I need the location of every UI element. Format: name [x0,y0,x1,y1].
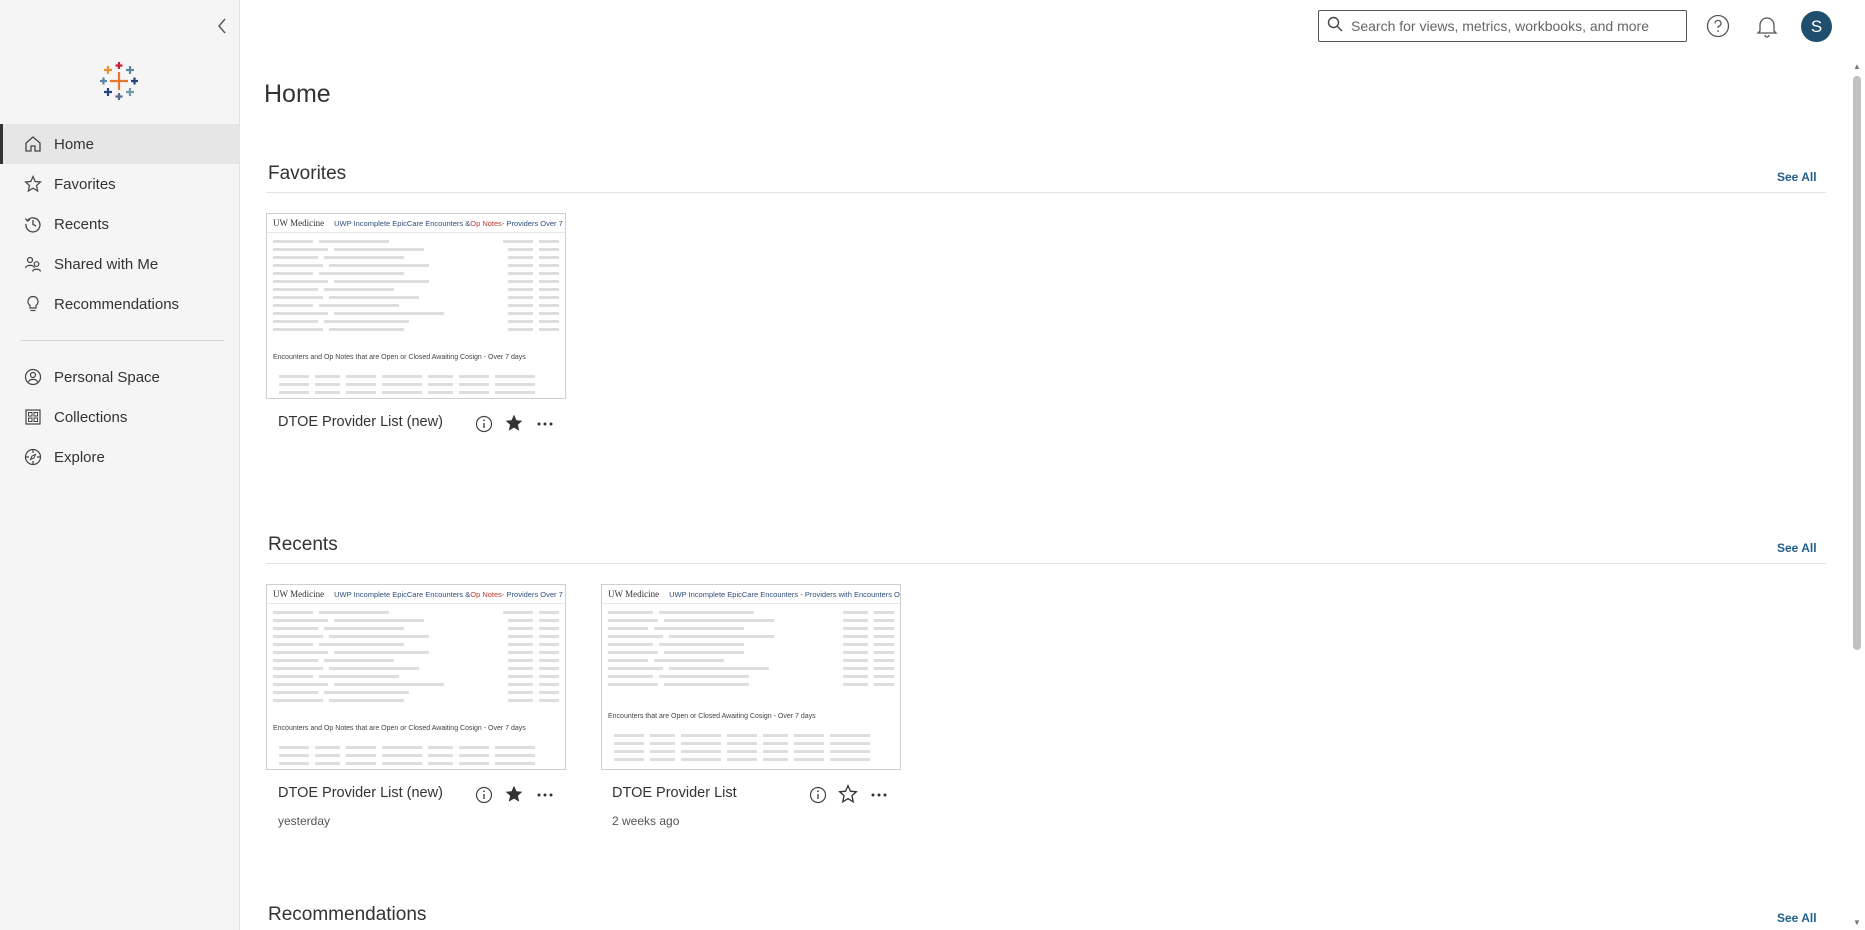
section-divider [266,563,1826,564]
recent-thumbnail[interactable]: UW Medicine UWP Incomplete EpicCare Enco… [266,584,566,770]
search-input[interactable] [1351,18,1671,34]
thumbnail-table [602,604,900,694]
thumbnail-title-red: Op Notes [470,218,502,228]
recents-section-title: Recents [268,534,338,555]
shared-icon [22,253,44,275]
more-icon[interactable] [869,785,889,805]
more-icon[interactable] [535,414,555,434]
star-filled-icon[interactable] [504,413,524,433]
tableau-logo [98,60,140,102]
sidebar-item-label: Favorites [54,175,116,193]
favorite-card-title[interactable]: DTOE Provider List (new) [278,414,443,430]
info-icon[interactable] [474,414,494,434]
thumbnail-header: UW Medicine UWP Incomplete EpicCare Enco… [267,585,565,604]
sidebar-item-recommendations[interactable]: Recommendations [0,284,240,324]
sidebar-item-home[interactable]: Home [0,124,240,164]
sidebar-item-shared[interactable]: Shared with Me [0,244,240,284]
thumbnail-title: UWP Incomplete EpicCare Encounters - Pro… [669,589,901,599]
sidebar-item-label: Recents [54,215,110,233]
star-outline-icon[interactable] [838,784,858,804]
thumbnail-brand: UW Medicine [273,589,325,599]
favorite-thumbnail[interactable]: UW Medicine UWP Incomplete EpicCare Enco… [266,213,566,399]
recommendations-see-all-link[interactable]: See All [1777,911,1817,925]
star-icon [22,173,44,195]
thumbnail-title-red: Op Notes [470,589,502,599]
thumbnail-title-rest: - Providers Over 7 [501,218,563,228]
chevron-left-icon[interactable] [212,14,232,38]
thumbnail-footer: Encounters that are Open or Closed Await… [608,713,816,720]
favorites-see-all-link[interactable]: See All [1777,170,1817,184]
collections-icon [22,406,44,428]
thumbnail-brand: UW Medicine [273,218,325,228]
recent-thumbnail[interactable]: UW Medicine UWP Incomplete EpicCare Enco… [601,584,901,770]
recent-card-time: 2 weeks ago [612,814,680,828]
thumbnail-table [267,604,565,710]
thumbnail-header: UW Medicine UWP Incomplete EpicCare Enco… [267,214,565,233]
sidebar-item-recents[interactable]: Recents [0,204,240,244]
recent-card-title[interactable]: DTOE Provider List [612,785,737,801]
recent-card-title[interactable]: DTOE Provider List (new) [278,785,443,801]
sidebar-item-explore[interactable]: Explore [0,437,240,477]
page-title: Home [264,80,331,108]
sidebar-item-label: Collections [54,408,128,426]
thumbnail-footer: Encounters and Op Notes that are Open or… [273,725,526,732]
sidebar-item-label: Home [54,135,95,153]
sidebar: Home Favorites Recents Shared with Me Re… [0,0,240,930]
help-icon[interactable] [1704,12,1732,40]
scroll-up-icon[interactable]: ▲ [1852,62,1862,72]
lightbulb-icon [22,293,44,315]
bell-icon[interactable] [1753,12,1781,40]
thumbnail-title: UWP Incomplete EpicCare Encounters & [334,218,471,228]
person-icon [22,366,44,388]
sidebar-item-personal-space[interactable]: Personal Space [0,357,240,397]
search-box[interactable] [1318,10,1687,42]
info-icon[interactable] [474,785,494,805]
thumbnail-title: UWP Incomplete EpicCare Encounters & [334,589,471,599]
section-divider [266,192,1826,193]
thumbnail-footer: Encounters and Op Notes that are Open or… [273,354,526,361]
explore-icon [22,446,44,468]
sidebar-item-label: Explore [54,448,105,466]
thumbnail-header: UW Medicine UWP Incomplete EpicCare Enco… [602,585,900,604]
sidebar-divider [20,340,224,341]
thumbnail-brand: UW Medicine [608,589,660,599]
sidebar-item-favorites[interactable]: Favorites [0,164,240,204]
recents-see-all-link[interactable]: See All [1777,541,1817,555]
sidebar-item-label: Shared with Me [54,255,159,273]
recommendations-section-title: Recommendations [268,904,427,925]
more-icon[interactable] [535,785,555,805]
search-icon [1327,16,1343,37]
sidebar-item-collections[interactable]: Collections [0,397,240,437]
thumbnail-detail-table [273,739,559,769]
info-icon[interactable] [808,785,828,805]
thumbnail-table [267,233,565,339]
thumbnail-detail-table [608,727,894,769]
home-icon [22,133,44,155]
sidebar-item-label: Recommendations [54,295,180,313]
favorites-section-title: Favorites [268,163,347,184]
scroll-down-icon[interactable]: ▼ [1852,918,1862,928]
recents-icon [22,213,44,235]
sidebar-item-label: Personal Space [54,368,160,386]
star-filled-icon[interactable] [504,784,524,804]
scrollbar-thumb[interactable] [1853,76,1861,650]
avatar[interactable]: S [1801,11,1832,42]
thumbnail-detail-table [273,368,559,398]
thumbnail-title-rest: - Providers Over 7 [501,589,563,599]
recent-card-time: yesterday [278,814,331,828]
